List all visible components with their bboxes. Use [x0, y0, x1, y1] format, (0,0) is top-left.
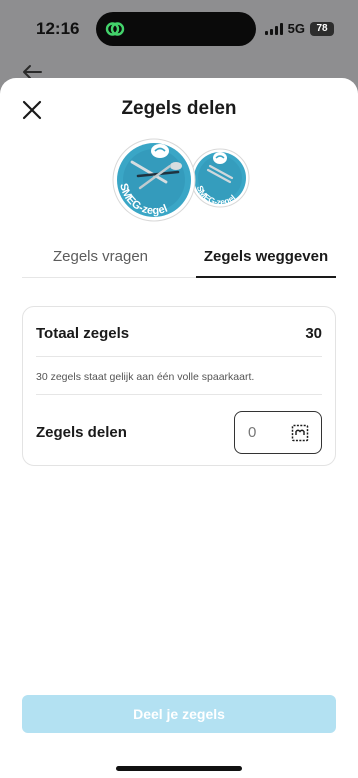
link-app-icon [105, 22, 125, 36]
info-row: 30 zegels staat gelijk aan één volle spa… [36, 357, 322, 395]
sheet-title: Zegels delen [121, 98, 237, 119]
total-stamps-row: Totaal zegels 30 [36, 307, 322, 357]
total-stamps-label: Totaal zegels [36, 325, 130, 342]
home-indicator [116, 766, 242, 771]
share-stamps-button[interactable]: Deel je zegels [22, 695, 336, 733]
tab-zegels-weggeven[interactable]: Zegels weggeven [196, 242, 336, 278]
stamp-icon [291, 424, 309, 442]
smeg-stamp-illustration: SMEG-zegel SMEG-zegel [112, 138, 250, 222]
dynamic-island [96, 12, 256, 46]
signal-icon [264, 22, 283, 35]
battery-icon: 78 [310, 21, 334, 36]
stamps-card: Totaal zegels 30 30 zegels staat gelijk … [22, 306, 336, 466]
tab-zegels-vragen[interactable]: Zegels vragen [22, 242, 179, 278]
network-label: 5G [287, 21, 305, 36]
total-stamps-value: 30 [305, 325, 322, 342]
share-stamps-input[interactable]: 0 [234, 411, 322, 454]
share-stamps-sheet: Zegels delen SMEG-zegel SMEG-zegel Zegel… [0, 78, 358, 778]
status-time: 12:16 [36, 19, 80, 38]
share-stamps-label: Zegels delen [36, 424, 127, 441]
share-stamps-value: 0 [248, 424, 257, 441]
status-indicators: 5G 78 [264, 21, 334, 36]
tab-bar: Zegels vragen Zegels weggeven [22, 242, 336, 278]
status-bar: 12:16 5G 78 [0, 0, 358, 56]
stamps-info-text: 30 zegels staat gelijk aan één volle spa… [36, 371, 255, 383]
